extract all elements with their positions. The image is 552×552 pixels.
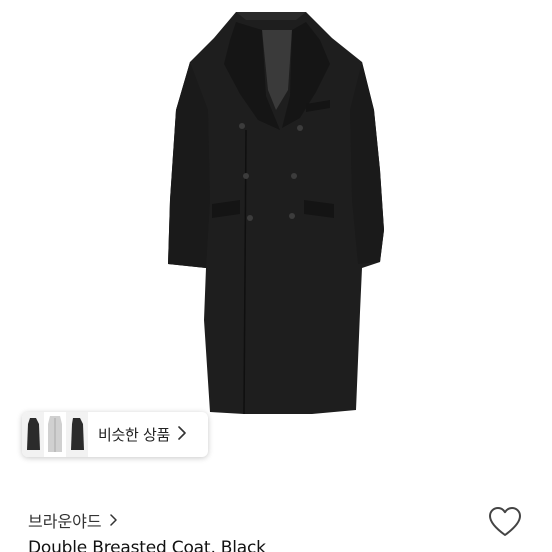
similar-products-button[interactable]: 비슷한 상품 <box>22 412 208 457</box>
product-info: 브라운야드 Double Breasted Coat, Black <box>0 478 552 552</box>
similar-thumbnails <box>22 412 88 457</box>
product-image[interactable] <box>0 0 552 478</box>
wishlist-heart-icon[interactable] <box>488 506 522 538</box>
similar-thumbnail <box>22 412 44 457</box>
chevron-right-icon <box>178 425 186 444</box>
product-title: Double Breasted Coat, Black <box>28 538 266 552</box>
similar-thumbnail <box>44 412 66 457</box>
similar-products-label: 비슷한 상품 <box>98 426 170 444</box>
brand-link[interactable]: 브라운야드 <box>28 508 117 532</box>
coat-illustration <box>168 12 384 415</box>
brand-name: 브라운야드 <box>28 512 102 531</box>
chevron-right-icon <box>109 511 117 530</box>
similar-thumbnail <box>66 412 88 457</box>
